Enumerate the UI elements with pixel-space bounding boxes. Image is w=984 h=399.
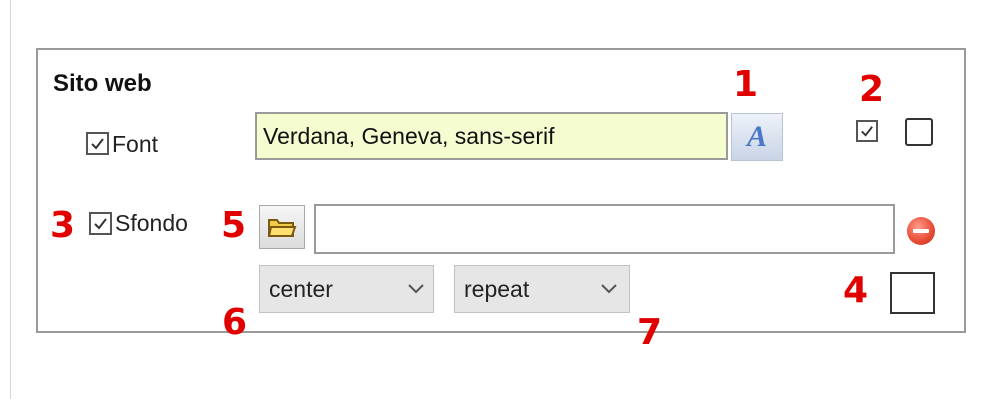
position-select[interactable]: center <box>259 265 434 313</box>
repeat-select[interactable]: repeat <box>454 265 630 313</box>
callout-7: 7 <box>637 312 663 353</box>
callout-2: 2 <box>859 69 885 110</box>
folder-icon <box>267 219 297 237</box>
font-family-field[interactable]: Verdana, Geneva, sans-serif <box>255 112 728 160</box>
callout-3: 3 <box>50 205 76 246</box>
callout-4: 4 <box>843 270 869 311</box>
font-icon: A <box>747 120 768 153</box>
callout-5: 5 <box>221 205 247 246</box>
style-checkbox-checked[interactable] <box>856 120 878 142</box>
background-checkbox[interactable] <box>89 212 112 235</box>
callout-6: 6 <box>222 302 248 343</box>
style-checkbox-unchecked[interactable] <box>905 118 933 146</box>
background-label: Sfondo <box>115 210 188 236</box>
font-checkbox[interactable] <box>86 132 109 155</box>
font-label: Font <box>112 131 159 157</box>
check-icon <box>91 138 104 150</box>
group-title: Sito web <box>53 70 152 97</box>
check-icon <box>94 218 107 230</box>
chevron-down-icon <box>408 284 424 294</box>
color-swatch-button[interactable] <box>890 272 935 314</box>
background-image-field[interactable] <box>314 204 895 254</box>
callout-1: 1 <box>733 64 759 105</box>
chevron-down-icon <box>601 284 617 294</box>
font-picker-button[interactable]: A <box>731 113 783 161</box>
check-icon <box>861 126 873 137</box>
remove-icon[interactable] <box>907 217 935 245</box>
browse-folder-button[interactable] <box>259 205 305 249</box>
